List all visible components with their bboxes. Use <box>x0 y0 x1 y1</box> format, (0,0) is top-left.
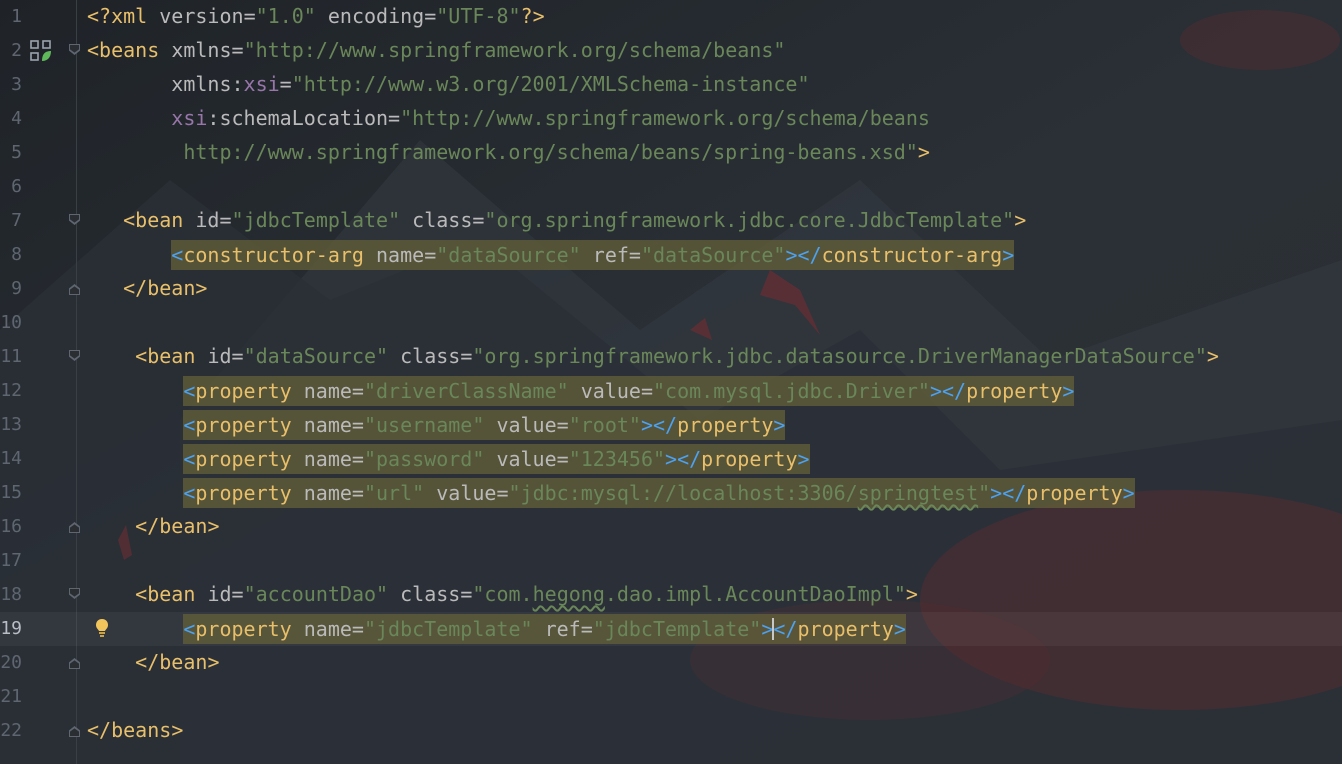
code-line[interactable]: 4 xsi:schemaLocation="http://www.springf… <box>0 102 1342 136</box>
code-text[interactable]: </bean> <box>87 274 207 302</box>
line-number: 9 <box>11 278 22 299</box>
code-text[interactable]: <property name="jdbcTemplate" ref="jdbcT… <box>87 614 906 644</box>
spelling-warning: springtest <box>857 481 979 505</box>
code-text[interactable]: xmlns:xsi="http://www.w3.org/2001/XMLSch… <box>87 70 809 98</box>
line-number: 4 <box>11 108 22 129</box>
fold-toggle-icon[interactable] <box>69 658 80 669</box>
highlighted-element: <property name="username" value="root"><… <box>183 410 786 440</box>
fold-toggle-icon[interactable] <box>69 284 80 295</box>
line-number: 14 <box>0 448 22 469</box>
code-line[interactable]: 14 <property name="password" value="1234… <box>0 442 1342 476</box>
line-number: 19 <box>0 618 22 639</box>
code-line[interactable]: 21 <box>0 680 1342 714</box>
code-text[interactable]: </bean> <box>87 648 219 676</box>
code-line[interactable]: 8 <constructor-arg name="dataSource" ref… <box>0 238 1342 272</box>
code-text[interactable]: xsi:schemaLocation="http://www.springfra… <box>87 104 930 132</box>
line-number: 7 <box>11 210 22 231</box>
code-line[interactable]: 2 <beans xmlns="http://www.springframewo… <box>0 34 1342 68</box>
code-line[interactable]: 3 xmlns:xsi="http://www.w3.org/2001/XMLS… <box>0 68 1342 102</box>
line-number: 3 <box>11 74 22 95</box>
code-line[interactable]: 17 <box>0 544 1342 578</box>
highlighted-element: <property name="password" value="123456"… <box>183 444 810 474</box>
fold-toggle-icon[interactable] <box>69 522 80 533</box>
line-number: 18 <box>0 584 22 605</box>
code-editor[interactable]: 1 <?xml version="1.0" encoding="UTF-8"?>… <box>0 0 1342 764</box>
code-line[interactable]: 22 </beans> <box>0 714 1342 748</box>
code-text[interactable]: </beans> <box>87 716 183 744</box>
code-text[interactable]: <beans xmlns="http://www.springframework… <box>87 36 785 64</box>
code-text[interactable]: </bean> <box>87 512 219 540</box>
code-text[interactable]: <property name="password" value="123456"… <box>87 444 810 474</box>
line-number: 21 <box>0 686 22 707</box>
line-number: 17 <box>0 550 22 571</box>
line-number: 10 <box>0 312 22 333</box>
code-text[interactable]: <property name="username" value="root"><… <box>87 410 786 440</box>
spring-beans-icon[interactable] <box>30 40 52 62</box>
code-text[interactable]: <property name="driverClassName" value="… <box>87 376 1075 406</box>
highlighted-element: <constructor-arg name="dataSource" ref="… <box>171 240 1015 270</box>
line-number: 20 <box>0 652 22 673</box>
line-number: 1 <box>11 6 22 27</box>
line-number: 5 <box>11 142 22 163</box>
fold-toggle-icon[interactable] <box>69 214 80 225</box>
line-number: 12 <box>0 380 22 401</box>
line-number: 13 <box>0 414 22 435</box>
fold-toggle-icon[interactable] <box>69 350 80 361</box>
fold-toggle-icon[interactable] <box>69 726 80 737</box>
line-number: 8 <box>11 244 22 265</box>
code-line[interactable]: 10 <box>0 306 1342 340</box>
code-line[interactable]: 12 <property name="driverClassName" valu… <box>0 374 1342 408</box>
line-number: 6 <box>11 176 22 197</box>
code-line[interactable]: 18 <bean id="accountDao" class="com.hego… <box>0 578 1342 612</box>
highlighted-element: <property name="driverClassName" value="… <box>183 376 1075 406</box>
spelling-warning: hegong <box>532 582 605 606</box>
line-number: 22 <box>0 720 22 741</box>
code-text[interactable]: <property name="url" value="jdbc:mysql:/… <box>87 478 1135 508</box>
code-line[interactable]: 16 </bean> <box>0 510 1342 544</box>
code-line[interactable]: 1 <?xml version="1.0" encoding="UTF-8"?> <box>0 0 1342 34</box>
line-number: 11 <box>0 346 22 367</box>
code-line[interactable]: 5 http://www.springframework.org/schema/… <box>0 136 1342 170</box>
code-text[interactable]: <constructor-arg name="dataSource" ref="… <box>87 240 1015 270</box>
fold-toggle-icon[interactable] <box>69 44 80 55</box>
fold-toggle-icon[interactable] <box>69 588 80 599</box>
line-number: 2 <box>11 40 22 61</box>
highlighted-element: <property name="jdbcTemplate" ref="jdbcT… <box>183 614 906 644</box>
code-line[interactable]: 7 <bean id="jdbcTemplate" class="org.spr… <box>0 204 1342 238</box>
code-text[interactable]: <?xml version="1.0" encoding="UTF-8"?> <box>87 2 545 30</box>
code-line[interactable]: 9 </bean> <box>0 272 1342 306</box>
code-line[interactable]: 13 <property name="username" value="root… <box>0 408 1342 442</box>
code-line[interactable]: 6 <box>0 170 1342 204</box>
code-line[interactable]: 20 </bean> <box>0 646 1342 680</box>
highlighted-element: <property name="url" value="jdbc:mysql:/… <box>183 478 1135 508</box>
line-number: 16 <box>0 516 22 537</box>
code-text[interactable]: <bean id="accountDao" class="com.hegong.… <box>87 580 918 608</box>
code-text[interactable]: <bean id="dataSource" class="org.springf… <box>87 342 1219 370</box>
code-line[interactable]: 15 <property name="url" value="jdbc:mysq… <box>0 476 1342 510</box>
line-number: 15 <box>0 482 22 503</box>
code-line[interactable]: 11 <bean id="dataSource" class="org.spri… <box>0 340 1342 374</box>
code-text[interactable]: <bean id="jdbcTemplate" class="org.sprin… <box>87 206 1026 234</box>
code-line-current[interactable]: 19 <property name="jdbcTemplate" ref="jd… <box>0 612 1342 646</box>
code-text[interactable]: http://www.springframework.org/schema/be… <box>87 138 930 166</box>
